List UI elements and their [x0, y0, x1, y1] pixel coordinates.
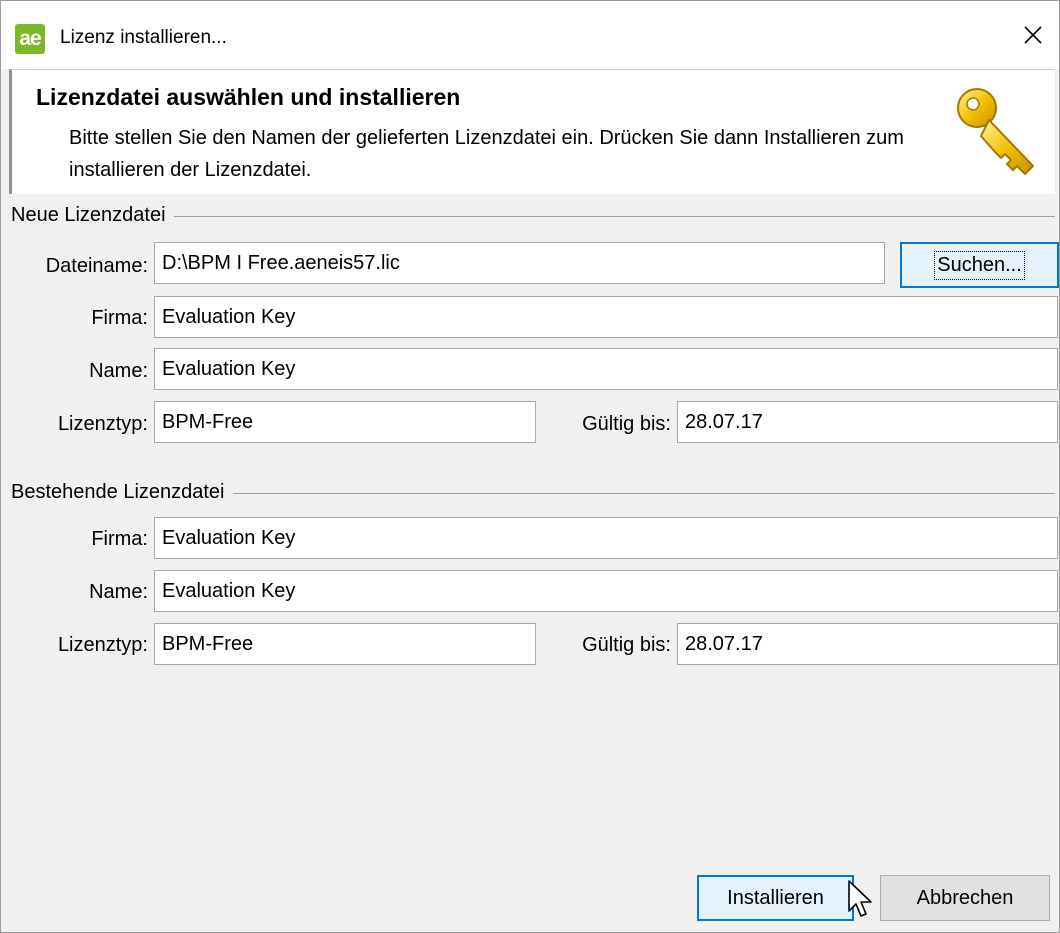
header-panel: Lizenzdatei auswählen und installieren B…	[9, 69, 1055, 194]
install-button[interactable]: Installieren	[697, 875, 854, 921]
existing-valid-until-label: Gültig bis:	[582, 634, 671, 656]
existing-name-field[interactable]: Evaluation Key	[154, 570, 1058, 612]
install-button-label: Installieren	[727, 886, 824, 909]
valid-until-label: Gültig bis:	[582, 413, 671, 435]
group-label-new-license: Neue Lizenzdatei	[11, 204, 174, 227]
key-icon	[957, 88, 1034, 175]
company-field[interactable]: Evaluation Key	[154, 296, 1058, 338]
mouse-cursor-icon	[848, 880, 872, 917]
close-icon	[1024, 26, 1042, 44]
license-type-label: Lizenztyp:	[57, 413, 148, 435]
filename-input[interactable]: D:\BPM I Free.aeneis57.lic	[154, 242, 885, 284]
existing-valid-until-field[interactable]: 28.07.17	[677, 623, 1058, 665]
app-icon: ae	[15, 24, 45, 54]
license-type-field[interactable]: BPM-Free	[154, 401, 536, 443]
company-label: Firma:	[91, 307, 148, 329]
existing-license-type-label: Lizenztyp:	[57, 634, 148, 656]
existing-name-label: Name:	[89, 581, 148, 603]
group-label-existing-license: Bestehende Lizenzdatei	[11, 481, 233, 504]
header-title: Lizenzdatei auswählen und installieren	[36, 84, 461, 110]
valid-until-field[interactable]: 28.07.17	[677, 401, 1058, 443]
existing-company-field[interactable]: Evaluation Key	[154, 517, 1058, 559]
window-title: Lizenz installieren...	[60, 27, 227, 48]
browse-button[interactable]: Suchen...	[900, 242, 1059, 288]
close-button[interactable]	[1015, 17, 1051, 53]
name-field[interactable]: Evaluation Key	[154, 348, 1058, 390]
name-label: Name:	[89, 360, 148, 382]
existing-license-type-field[interactable]: BPM-Free	[154, 623, 536, 665]
license-install-dialog: ae Lizenz installieren... Lizenzdatei au…	[0, 0, 1060, 933]
filename-label: Dateiname:	[45, 255, 148, 277]
existing-company-label: Firma:	[91, 528, 148, 550]
header-description: Bitte stellen Sie den Namen der geliefer…	[69, 127, 904, 181]
title-bar: ae Lizenz installieren...	[1, 1, 1059, 69]
browse-button-label: Suchen...	[934, 250, 1025, 280]
cancel-button[interactable]: Abbrechen	[880, 875, 1050, 921]
cancel-button-label: Abbrechen	[916, 886, 1014, 909]
